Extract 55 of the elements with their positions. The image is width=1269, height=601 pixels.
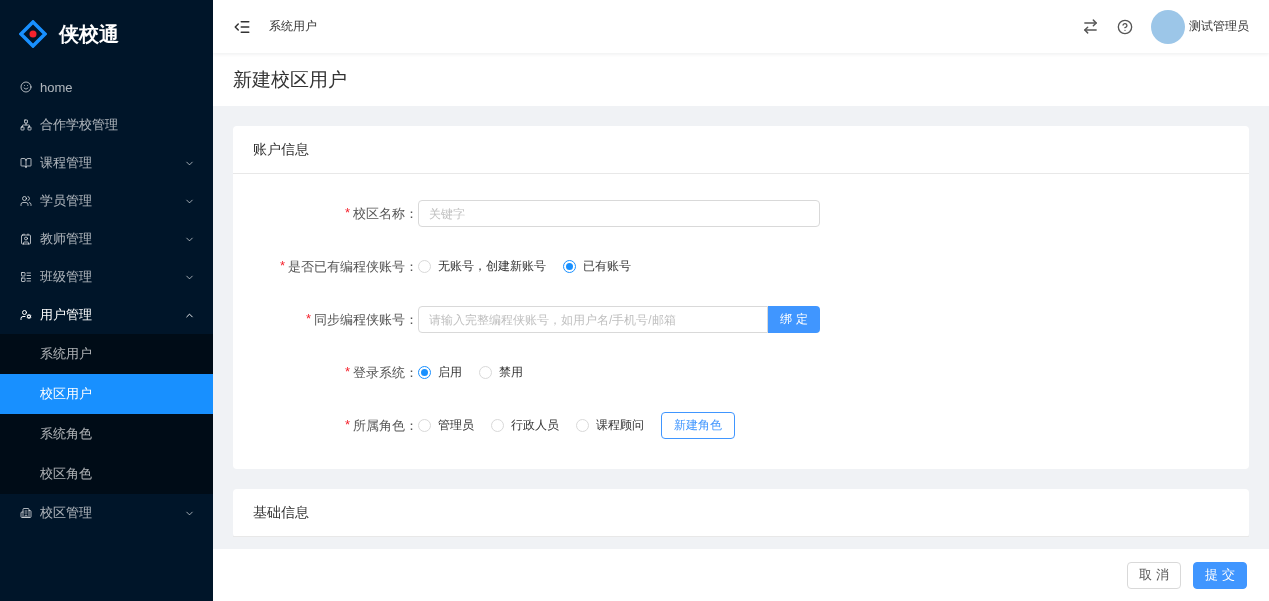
field-label: 是否已有编程侠账号：: [288, 257, 418, 276]
help-icon[interactable]: [1117, 18, 1133, 35]
cancel-button[interactable]: 取 消: [1127, 561, 1181, 589]
menu-item[interactable]: 合作学校管理: [0, 106, 213, 144]
radio-label: 管理员: [438, 417, 474, 434]
radio-option[interactable]: 行政人员: [491, 417, 559, 434]
radio-label: 启用: [438, 364, 462, 381]
field-label: 校区名称：: [353, 204, 418, 223]
menu-item[interactable]: home: [0, 68, 213, 106]
menu-icon: [20, 507, 32, 519]
menu-item[interactable]: 班级管理: [0, 258, 213, 296]
required-mark: *: [305, 310, 311, 328]
radio-option[interactable]: 课程顾问: [576, 417, 644, 434]
menu-icon: [20, 309, 32, 321]
page-title: 新建校区用户: [233, 67, 347, 92]
card-title: 基础信息: [253, 503, 309, 522]
radio-option[interactable]: 启用: [418, 364, 462, 381]
field-label: 同步编程侠账号：: [314, 310, 418, 329]
account-field[interactable]: 请输入完整编程侠账号，如用户名/手机号/邮箱: [418, 306, 768, 333]
menu-item[interactable]: 课程管理: [0, 144, 213, 182]
radio-label: 禁用: [499, 364, 523, 381]
submenu-item[interactable]: 系统角色: [0, 414, 213, 454]
user-name[interactable]: 测试管理员: [1189, 18, 1249, 35]
radio-option[interactable]: 无账号，创建新账号: [418, 258, 546, 275]
field-label: 所属角色：: [353, 416, 418, 435]
radio-option[interactable]: 禁用: [479, 364, 523, 381]
menu-icon: [20, 157, 32, 169]
menu-icon: [20, 233, 32, 245]
radio-label: 已有账号: [583, 258, 631, 275]
menu-item[interactable]: 校区管理: [0, 494, 213, 532]
required-mark: *: [344, 363, 350, 381]
required-mark: *: [279, 257, 285, 275]
radio-label: 无账号，创建新账号: [438, 258, 546, 275]
brand-name: 侠校通: [59, 21, 119, 47]
radio-label: 课程顾问: [596, 417, 644, 434]
swap-icon[interactable]: [1082, 18, 1099, 35]
field-label: 登录系统：: [353, 363, 418, 382]
breadcrumb: 系统用户: [269, 18, 318, 35]
submenu-item[interactable]: 校区角色: [0, 454, 213, 494]
submenu-item[interactable]: 系统用户: [0, 334, 213, 374]
radio-option[interactable]: 管理员: [418, 417, 474, 434]
radio-label: 行政人员: [511, 417, 559, 434]
menu-item[interactable]: 教师管理: [0, 220, 213, 258]
required-mark: *: [344, 416, 350, 434]
menu-item[interactable]: 用户管理: [0, 296, 213, 334]
menu-icon: [20, 195, 32, 207]
menu-item[interactable]: 学员管理: [0, 182, 213, 220]
menu-icon: [20, 81, 32, 93]
menu-icon: [20, 119, 32, 131]
logo-icon: [19, 20, 47, 48]
required-mark: *: [344, 204, 350, 222]
campus-name-field[interactable]: 关键字: [418, 200, 820, 227]
radio-option[interactable]: 已有账号: [563, 258, 631, 275]
menu-icon: [20, 271, 32, 283]
card-title: 账户信息: [253, 140, 309, 159]
